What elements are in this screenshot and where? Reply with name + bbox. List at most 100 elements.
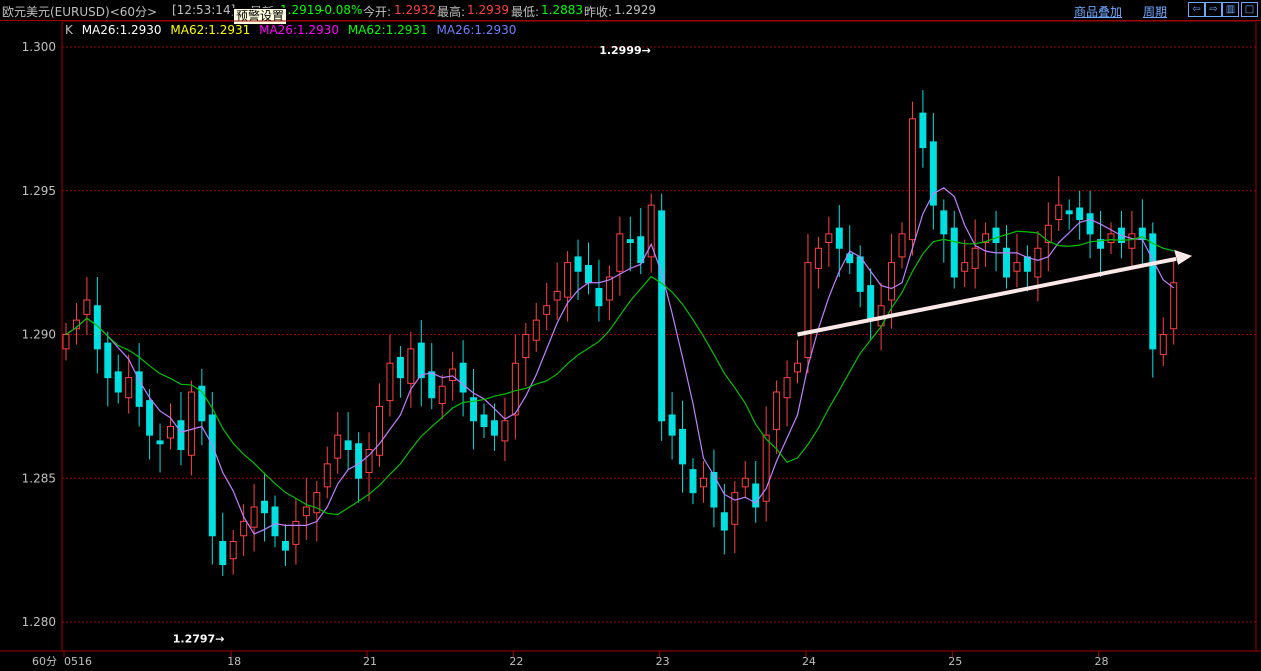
candle-body [146,400,154,436]
candle-body [783,377,791,399]
candle-body [1023,256,1031,272]
candle-body [438,385,446,404]
candle-body [1149,233,1157,350]
candle-body [595,288,603,307]
x-tick-label: 25 [948,655,962,668]
candle-body [940,210,948,235]
candle-body [825,233,833,243]
candle-body [177,420,185,450]
candle-body [814,247,822,269]
candle-body [898,233,906,258]
candle-body [1013,262,1021,272]
candle-body [971,247,979,269]
candle-body [114,371,122,393]
candle-body [1107,233,1115,243]
candle-body [553,290,561,301]
candle-body [699,477,707,488]
candle-body [543,305,551,315]
candle-body [616,233,624,272]
y-tick-label: 1.285 [22,471,56,485]
period-label: 60分 [32,655,57,668]
candle-body [344,440,352,450]
candle-body [835,227,843,249]
trend-arrow-line [797,256,1177,337]
candle-body [961,262,969,272]
candle-body [407,348,415,384]
candle-body [1159,334,1167,356]
candle-body [250,506,258,528]
candle-body [104,342,112,379]
candle-body [574,256,582,272]
x-tick-label: 23 [656,655,670,668]
candle-body [449,368,457,381]
candle-body [219,541,227,565]
candle-body [637,236,645,264]
candle-body [459,362,467,393]
candle-body [679,428,687,465]
y-tick-label: 1.300 [22,40,56,54]
candle-body [773,391,781,430]
candle-body [522,334,530,358]
candle-body [167,426,174,439]
candle-body [720,512,728,531]
candle-body [1086,213,1094,235]
y-tick-label: 1.290 [22,328,56,342]
candle-body [156,440,164,445]
candle-body [1170,282,1178,330]
candle-body [585,265,592,284]
candle-body [261,500,269,514]
candle-body [856,256,864,292]
candle-body [532,319,540,341]
candle-body [950,227,958,278]
candle-body [658,210,666,422]
candle-body [376,405,383,456]
candle-body [271,506,279,537]
x-tick-label: 18 [227,655,241,668]
candle-body [240,520,248,537]
candle-body [302,506,310,517]
candle-body [794,362,801,373]
candle-body [919,112,927,149]
candle-body [313,492,321,514]
x-tick-label: 28 [1095,655,1109,668]
candle-body [1055,204,1063,220]
extreme-annotation: 1.2999→ [599,44,651,57]
candle-body [929,141,937,206]
candle-body [731,492,739,525]
candle-body [564,262,572,298]
candle-body [668,414,676,436]
candle-body [125,377,133,399]
candle-body [501,420,509,442]
trend-arrow-head [1174,249,1193,265]
candle-body [1128,233,1136,249]
candle-body [281,541,289,551]
candle-body [187,391,195,456]
y-tick-label: 1.295 [22,184,56,198]
candle-body [490,420,498,436]
candle-body [396,357,404,379]
candle-body [992,227,1000,243]
x-tick-label: 0516 [64,655,92,668]
candle-body [804,262,812,358]
candle-body [417,342,425,379]
candle-body [386,362,394,402]
candle-body [355,443,363,479]
y-tick-label: 1.280 [22,615,56,629]
candle-body [334,434,342,459]
candle-body [229,541,237,560]
candle-body [908,118,916,241]
candle-body [741,477,749,488]
x-tick-label: 24 [802,655,816,668]
candle-body [710,472,718,508]
candle-body [83,299,91,315]
candlestick-chart[interactable]: 1.300 1.295 1.290 1.285 1.280 60分 0516 18 21 22 23… [0,0,1261,671]
x-tick-label: 21 [363,655,377,668]
candle-body [208,414,216,537]
candle-body [626,239,634,243]
candle-body [428,371,436,399]
candle-body [1076,207,1084,220]
candle-body [480,414,488,427]
candle-body [888,262,896,301]
x-tick-label: 22 [509,655,523,668]
candle-body [511,362,519,416]
